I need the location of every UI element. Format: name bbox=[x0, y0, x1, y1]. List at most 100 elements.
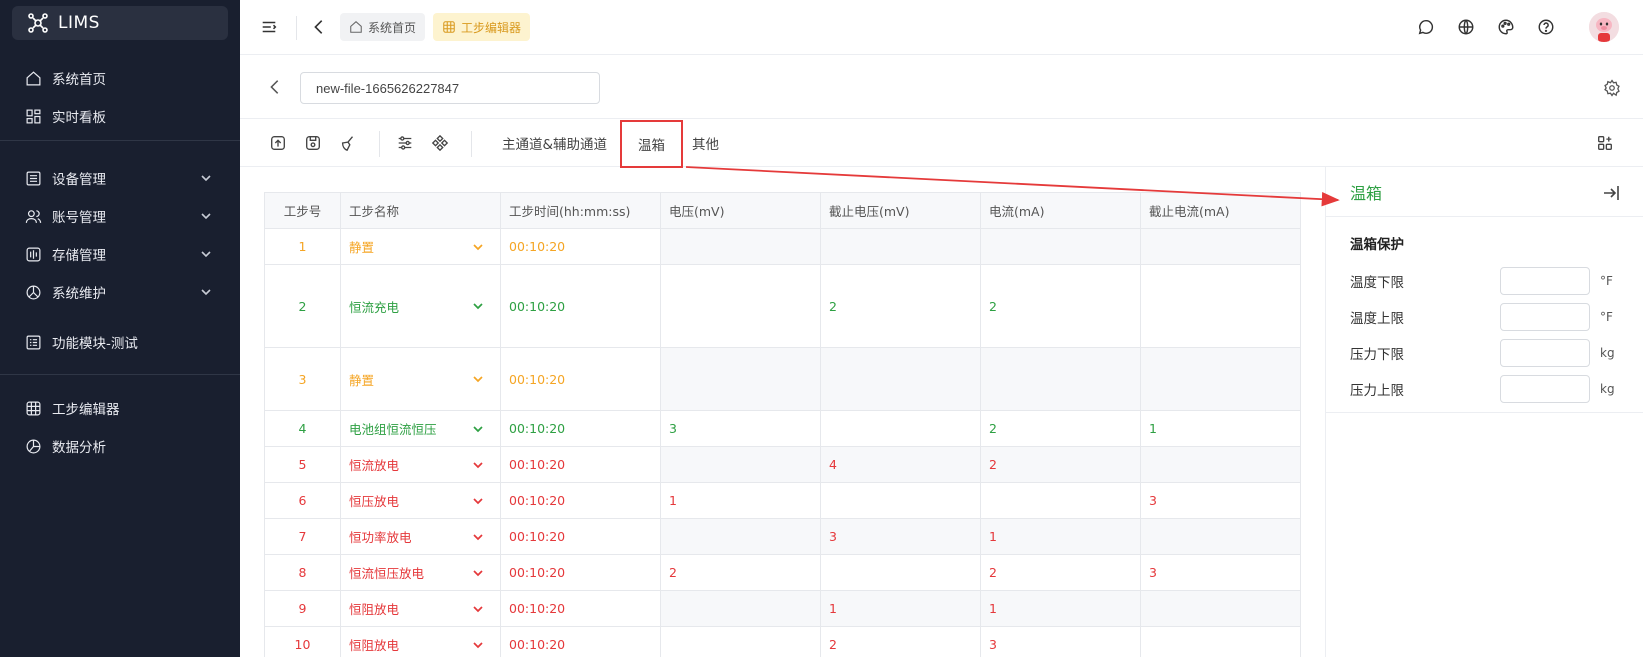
save-button[interactable] bbox=[303, 133, 323, 153]
language-button[interactable] bbox=[1455, 16, 1477, 38]
step-name-select[interactable]: 恒流放电 bbox=[340, 446, 501, 483]
step-name-select[interactable]: 静置 bbox=[340, 228, 501, 265]
table-row[interactable]: 10 恒阻放电 00:10:20 2 3 bbox=[264, 626, 1301, 657]
collapse-menu-button[interactable] bbox=[258, 16, 280, 38]
current-cell[interactable] bbox=[980, 482, 1141, 519]
breadcrumb-home[interactable]: 系统首页 bbox=[340, 13, 426, 41]
clear-button[interactable] bbox=[338, 133, 358, 153]
cutoff-current-cell[interactable] bbox=[1140, 264, 1301, 348]
sidebar-item-maintenance[interactable]: 系统维护 bbox=[0, 274, 240, 310]
step-time-cell[interactable]: 00:10:20 bbox=[500, 554, 661, 591]
step-time-cell[interactable]: 00:10:20 bbox=[500, 482, 661, 519]
step-time-cell[interactable]: 00:10:20 bbox=[500, 228, 661, 265]
step-time-cell[interactable]: 00:10:20 bbox=[500, 518, 661, 555]
step-name-select[interactable]: 恒流恒压放电 bbox=[340, 554, 501, 591]
current-cell[interactable]: 2 bbox=[980, 410, 1141, 447]
voltage-cell[interactable] bbox=[660, 518, 821, 555]
step-time-cell[interactable]: 00:10:20 bbox=[500, 264, 661, 348]
avatar[interactable] bbox=[1589, 12, 1619, 42]
collapse-panel-icon[interactable] bbox=[1601, 183, 1621, 203]
table-row[interactable]: 4 电池组恒流恒压 00:10:20 3 2 1 bbox=[264, 410, 1301, 447]
table-row[interactable]: 5 恒流放电 00:10:20 4 2 bbox=[264, 446, 1301, 483]
cutoff-current-cell[interactable] bbox=[1140, 626, 1301, 657]
cutoff-voltage-cell[interactable] bbox=[820, 347, 981, 411]
sidebar-item-accounts[interactable]: 账号管理 bbox=[0, 198, 240, 234]
temp-upper-input[interactable] bbox=[1500, 303, 1590, 331]
cutoff-current-cell[interactable]: 1 bbox=[1140, 410, 1301, 447]
step-name-select[interactable]: 电池组恒流恒压 bbox=[340, 410, 501, 447]
cutoff-voltage-cell[interactable] bbox=[820, 554, 981, 591]
cutoff-current-cell[interactable] bbox=[1140, 590, 1301, 627]
components-button[interactable] bbox=[430, 133, 450, 153]
cutoff-voltage-cell[interactable] bbox=[820, 482, 981, 519]
cutoff-current-cell[interactable]: 3 bbox=[1140, 482, 1301, 519]
temp-lower-input[interactable] bbox=[1500, 267, 1590, 295]
sidebar-item-data-analysis[interactable]: 数据分析 bbox=[0, 428, 240, 464]
sidebar-item-storage[interactable]: 存储管理 bbox=[0, 236, 240, 272]
chevron-down-icon[interactable] bbox=[472, 460, 484, 470]
voltage-cell[interactable] bbox=[660, 264, 821, 348]
chevron-left-icon[interactable] bbox=[266, 78, 284, 96]
cutoff-current-cell[interactable] bbox=[1140, 228, 1301, 265]
chevron-down-icon[interactable] bbox=[472, 496, 484, 506]
cutoff-current-cell[interactable] bbox=[1140, 347, 1301, 411]
add-widget-button[interactable] bbox=[1595, 133, 1615, 153]
upload-button[interactable] bbox=[268, 133, 288, 153]
settings-button[interactable] bbox=[395, 133, 415, 153]
voltage-cell[interactable] bbox=[660, 347, 821, 411]
voltage-cell[interactable] bbox=[660, 590, 821, 627]
table-row[interactable]: 3 静置 00:10:20 bbox=[264, 347, 1301, 411]
voltage-cell[interactable] bbox=[660, 626, 821, 657]
chevron-down-icon[interactable] bbox=[472, 604, 484, 614]
current-cell[interactable] bbox=[980, 228, 1141, 265]
voltage-cell[interactable]: 3 bbox=[660, 410, 821, 447]
step-time-cell[interactable]: 00:10:20 bbox=[500, 446, 661, 483]
tab-main-aux-channel[interactable]: 主通道&辅助通道 bbox=[502, 119, 607, 167]
tab-other[interactable]: 其他 bbox=[692, 119, 719, 167]
cutoff-current-cell[interactable]: 3 bbox=[1140, 554, 1301, 591]
chevron-down-icon[interactable] bbox=[472, 532, 484, 542]
breadcrumb-step-editor[interactable]: 工步编辑器 bbox=[433, 13, 531, 41]
current-cell[interactable]: 1 bbox=[980, 590, 1141, 627]
step-name-select[interactable]: 恒压放电 bbox=[340, 482, 501, 519]
help-button[interactable] bbox=[1535, 16, 1557, 38]
sidebar-item-step-editor[interactable]: 工步编辑器 bbox=[0, 390, 240, 426]
step-name-select[interactable]: 静置 bbox=[340, 347, 501, 411]
step-time-cell[interactable]: 00:10:20 bbox=[500, 590, 661, 627]
chevron-down-icon[interactable] bbox=[472, 301, 484, 311]
step-time-cell[interactable]: 00:10:20 bbox=[500, 626, 661, 657]
step-name-select[interactable]: 恒阻放电 bbox=[340, 590, 501, 627]
current-cell[interactable]: 3 bbox=[980, 626, 1141, 657]
step-time-cell[interactable]: 00:10:20 bbox=[500, 347, 661, 411]
app-logo[interactable]: LIMS bbox=[12, 6, 228, 40]
cutoff-voltage-cell[interactable]: 4 bbox=[820, 446, 981, 483]
sidebar-item-module-test[interactable]: 功能模块-测试 bbox=[0, 324, 240, 360]
gear-icon[interactable] bbox=[1603, 79, 1621, 97]
cutoff-voltage-cell[interactable] bbox=[820, 410, 981, 447]
chevron-down-icon[interactable] bbox=[472, 424, 484, 434]
cutoff-voltage-cell[interactable]: 1 bbox=[820, 590, 981, 627]
pressure-upper-input[interactable] bbox=[1500, 375, 1590, 403]
back-button[interactable] bbox=[308, 16, 330, 38]
file-name-input[interactable] bbox=[300, 72, 600, 104]
step-name-select[interactable]: 恒功率放电 bbox=[340, 518, 501, 555]
sidebar-item-home[interactable]: 系统首页 bbox=[0, 60, 240, 96]
voltage-cell[interactable]: 2 bbox=[660, 554, 821, 591]
table-row[interactable]: 8 恒流恒压放电 00:10:20 2 2 3 bbox=[264, 554, 1301, 591]
cutoff-voltage-cell[interactable] bbox=[820, 228, 981, 265]
step-name-select[interactable]: 恒阻放电 bbox=[340, 626, 501, 657]
tab-thermal-chamber[interactable]: 温箱 bbox=[620, 120, 683, 168]
current-cell[interactable]: 2 bbox=[980, 264, 1141, 348]
chevron-down-icon[interactable] bbox=[472, 640, 484, 650]
messages-button[interactable] bbox=[1415, 16, 1437, 38]
voltage-cell[interactable]: 1 bbox=[660, 482, 821, 519]
chevron-down-icon[interactable] bbox=[472, 568, 484, 578]
theme-button[interactable] bbox=[1495, 16, 1517, 38]
pressure-lower-input[interactable] bbox=[1500, 339, 1590, 367]
table-row[interactable]: 7 恒功率放电 00:10:20 3 1 bbox=[264, 518, 1301, 555]
cutoff-voltage-cell[interactable]: 2 bbox=[820, 264, 981, 348]
step-time-cell[interactable]: 00:10:20 bbox=[500, 410, 661, 447]
current-cell[interactable]: 1 bbox=[980, 518, 1141, 555]
voltage-cell[interactable] bbox=[660, 228, 821, 265]
chevron-down-icon[interactable] bbox=[472, 242, 484, 252]
